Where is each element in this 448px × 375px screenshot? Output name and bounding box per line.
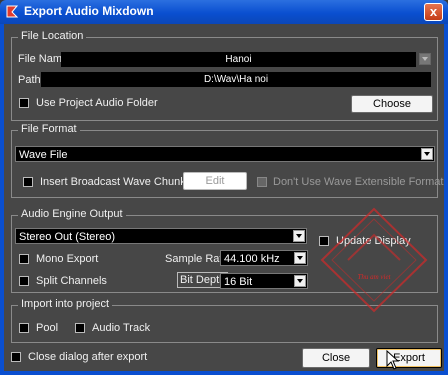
bit-depth-value: 16 Bit (224, 276, 253, 288)
audio-engine-label: Audio Engine Output (18, 208, 126, 220)
chevron-down-icon (294, 252, 306, 264)
insert-bwc-checkbox[interactable] (23, 177, 33, 187)
audio-track-checkbox[interactable] (75, 323, 85, 333)
insert-bwc-label: Insert Broadcast Wave Chunk (40, 176, 186, 188)
audio-track-label: Audio Track (92, 322, 151, 334)
chevron-down-icon (421, 148, 433, 160)
file-name-dropdown[interactable] (417, 52, 431, 67)
split-channels-checkbox[interactable] (19, 276, 29, 286)
use-project-folder-label: Use Project Audio Folder (36, 97, 158, 109)
title-bar: Export Audio Mixdown x (0, 0, 448, 24)
mono-export-label: Mono Export (36, 253, 99, 265)
split-channels-label: Split Channels (36, 275, 107, 287)
window-close-button[interactable]: x (424, 3, 443, 21)
sample-rate-select[interactable]: 44.100 kHz (220, 250, 308, 266)
sample-rate-value: 44.100 kHz (224, 253, 280, 265)
output-value: Stereo Out (Stereo) (19, 231, 115, 243)
file-location-label: File Location (18, 30, 87, 42)
path-label: Path (18, 74, 41, 86)
file-format-label: File Format (18, 123, 80, 135)
watermark-logo: Thu am viet (320, 207, 428, 313)
mouse-cursor-icon (386, 350, 400, 370)
chevron-down-icon (294, 275, 306, 287)
window-title: Export Audio Mixdown (24, 4, 154, 18)
pool-label: Pool (36, 322, 59, 334)
choose-button[interactable]: Choose (351, 95, 433, 113)
watermark-text: Thu am viet (357, 273, 391, 281)
close-after-export-checkbox[interactable] (11, 352, 21, 362)
dont-use-wef-label: Don't Use Wave Extensible Format (273, 176, 444, 188)
mono-export-checkbox[interactable] (19, 254, 29, 264)
close-button[interactable]: Close (302, 348, 370, 368)
chevron-down-icon (419, 53, 431, 65)
cubase-logo-icon (6, 5, 19, 18)
import-label: Import into project (18, 298, 113, 310)
bit-depth-select[interactable]: 16 Bit (220, 273, 308, 289)
chevron-down-icon (293, 230, 305, 242)
file-format-value: Wave File (19, 149, 68, 161)
dont-use-wef-checkbox[interactable] (257, 177, 267, 187)
use-project-folder-checkbox[interactable] (19, 98, 29, 108)
file-name-input[interactable]: Hanoi (61, 52, 416, 67)
path-input[interactable]: D:\Wav\Ha noi (41, 72, 431, 87)
output-select[interactable]: Stereo Out (Stereo) (15, 228, 307, 244)
close-after-export-label: Close dialog after export (28, 351, 148, 363)
edit-button[interactable]: Edit (183, 172, 247, 190)
file-format-select[interactable]: Wave File (15, 146, 435, 162)
pool-checkbox[interactable] (19, 323, 29, 333)
